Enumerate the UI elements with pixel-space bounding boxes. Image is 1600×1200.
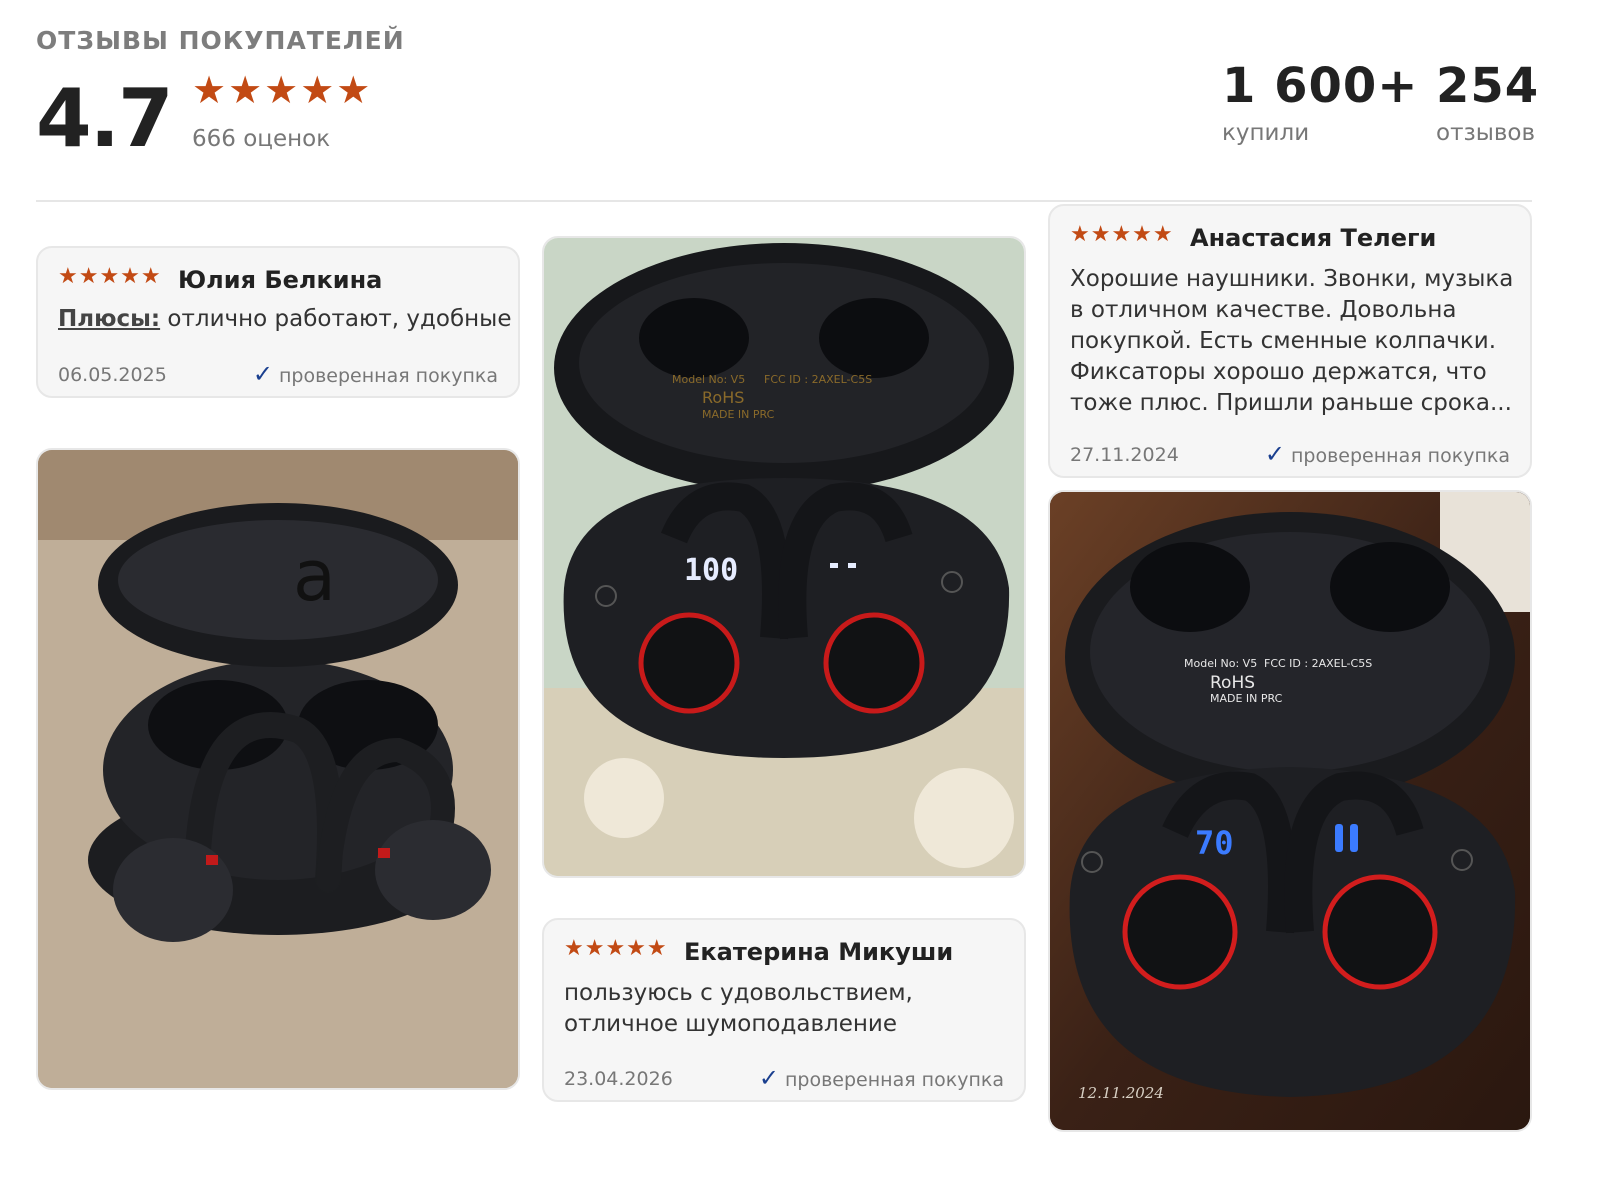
case-rohs-text: RoHS xyxy=(702,388,744,407)
reviews-value: 254 xyxy=(1436,58,1540,114)
review-card[interactable]: ★★★★★ Юлия Белкина Плюсы: отлично работа… xyxy=(36,246,520,398)
review-photo[interactable]: Model No: V5 FCC ID : 2AXEL-C5S RoHS MAD… xyxy=(1048,490,1532,1132)
pros-text: отлично работают, удобные xyxy=(160,306,512,332)
rating-stars: ★★★★★ xyxy=(192,68,373,112)
check-icon: ✓ xyxy=(758,1064,779,1092)
reviews-label: отзывов xyxy=(1436,120,1536,146)
photo-date-stamp: 12.11.2024 xyxy=(1078,1084,1164,1102)
review-date: 27.11.2024 xyxy=(1070,444,1179,466)
battery-display: 70 xyxy=(1195,824,1234,862)
reviewer-name: Екатерина Микуши xyxy=(684,938,954,966)
verified-label: проверенная покупка xyxy=(1290,445,1510,467)
case-made-text: MADE IN PRC xyxy=(702,408,775,421)
average-rating: 4.7 xyxy=(36,72,174,165)
case-fcc-text: FCC ID : 2AXEL-C5S xyxy=(764,373,872,386)
case-model-text: Model No: V5 xyxy=(1184,657,1257,670)
reviews-stat[interactable]: 254 отзывов xyxy=(1436,58,1539,146)
review-photo[interactable]: a xyxy=(36,448,520,1090)
pros-label: Плюсы: xyxy=(58,306,161,332)
case-fcc-text: FCC ID : 2AXEL-C5S xyxy=(1264,657,1372,670)
reviews-header: ОТЗЫВЫ ПОКУПАТЕЛЕЙ 4.7 ★★★★★ 666 оценок … xyxy=(36,24,1538,202)
verified-badge: ✓ проверенная покупка xyxy=(253,360,498,388)
check-icon: ✓ xyxy=(252,360,273,388)
verified-badge: ✓ проверенная покупка xyxy=(1265,440,1510,468)
review-photo[interactable]: Model No: V5 FCC ID : 2AXEL-C5S RoHS MAD… xyxy=(542,236,1026,878)
review-date: 23.04.2026 xyxy=(564,1068,673,1090)
bought-label: купили xyxy=(1222,120,1310,146)
bought-value: 1 600+ xyxy=(1222,58,1419,114)
verified-badge: ✓ проверенная покупка xyxy=(759,1064,1004,1092)
review-text: Плюсы: отлично работают, удобные xyxy=(58,304,511,335)
case-model-text: Model No: V5 xyxy=(672,373,745,386)
check-icon: ✓ xyxy=(1264,440,1285,468)
review-stars: ★★★★★ xyxy=(564,936,668,961)
review-date: 06.05.2025 xyxy=(58,364,167,386)
review-stars: ★★★★★ xyxy=(58,264,162,289)
ratings-count[interactable]: 666 оценок xyxy=(192,126,330,152)
svg-text:a: a xyxy=(293,535,336,617)
review-card[interactable]: ★★★★★ Анастасия Телеги Хорошие наушники.… xyxy=(1048,204,1532,478)
verified-label: проверенная покупка xyxy=(784,1069,1004,1091)
case-rohs-text: RoHS xyxy=(1210,673,1255,693)
reviewer-name: Анастасия Телеги xyxy=(1190,224,1437,252)
review-stars: ★★★★★ xyxy=(1070,222,1174,247)
bought-stat: 1 600+ купили xyxy=(1222,58,1419,146)
verified-label: проверенная покупка xyxy=(278,365,498,387)
section-title: ОТЗЫВЫ ПОКУПАТЕЛЕЙ xyxy=(36,26,405,55)
review-text: Хорошие наушники. Звонки, музыка в отлич… xyxy=(1070,266,1514,416)
review-card[interactable]: ★★★★★ Екатерина Микуши пользуюсь с удово… xyxy=(542,918,1026,1102)
case-made-text: MADE IN PRC xyxy=(1210,692,1283,705)
review-text: пользуюсь с удовольствием, отличное шумо… xyxy=(564,980,913,1037)
reviewer-name: Юлия Белкина xyxy=(178,266,383,294)
battery-display: 100 xyxy=(684,553,738,588)
